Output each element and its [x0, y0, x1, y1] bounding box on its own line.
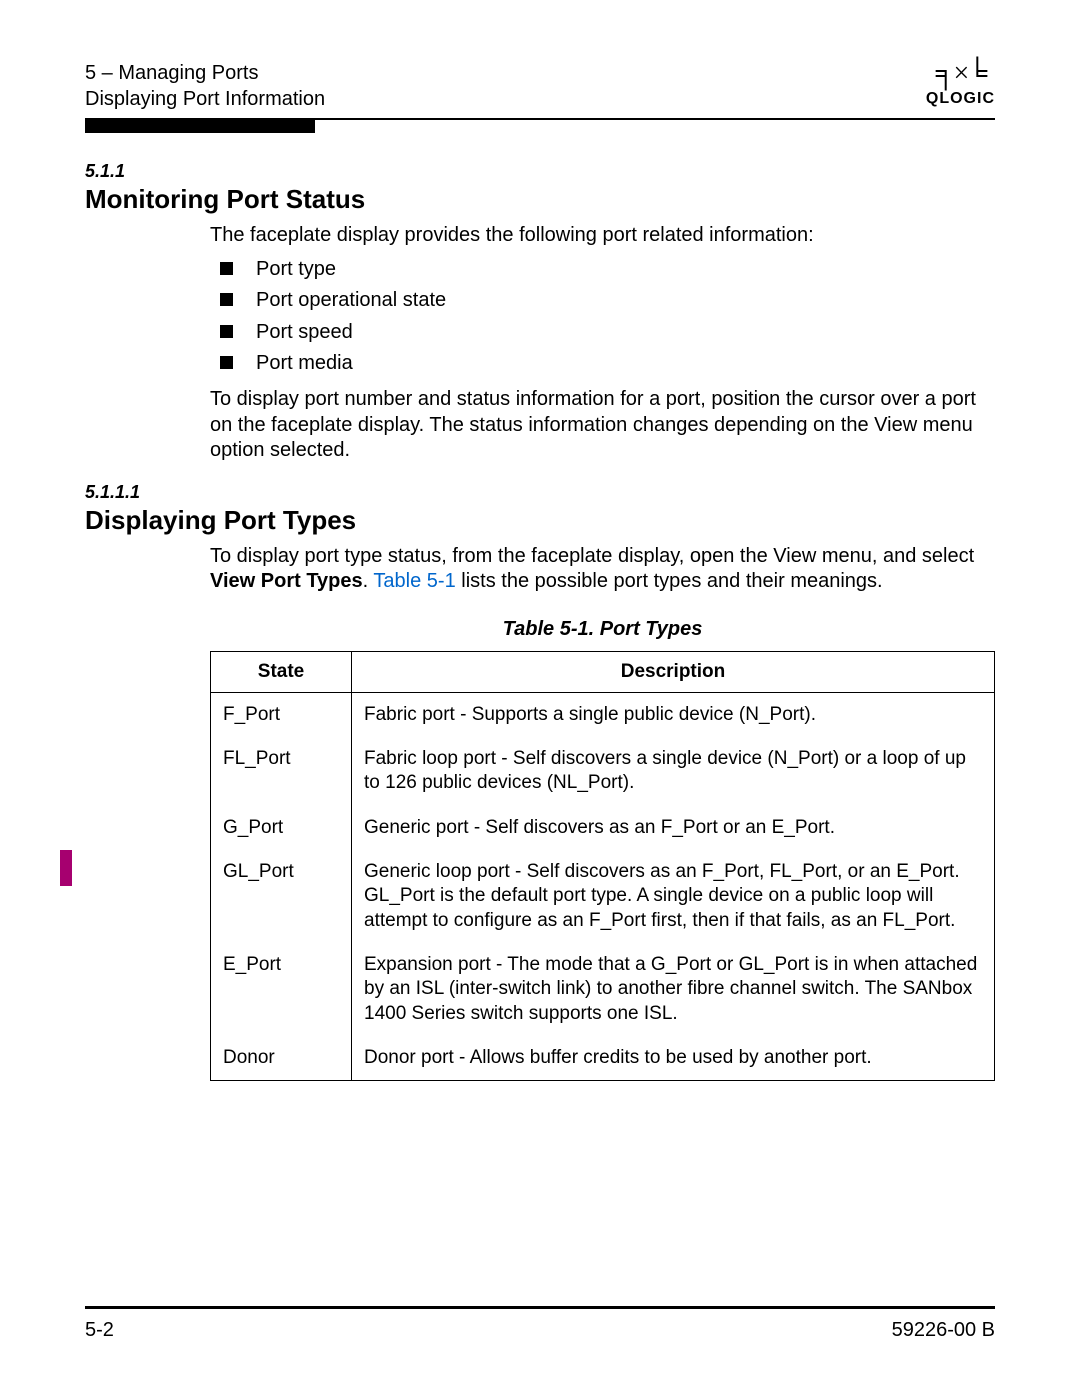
th-state: State — [211, 651, 352, 692]
qlogic-logo: ╕×╘ QLOGIC — [926, 60, 995, 108]
page-number: 5-2 — [85, 1319, 114, 1342]
para-5111-dot: . — [363, 570, 374, 592]
chapter-line: 5 – Managing Ports — [85, 60, 325, 86]
list-item: Port operational state — [210, 288, 995, 314]
table-row: E_Port Expansion port - The mode that a … — [211, 943, 995, 1036]
cell-state: GL_Port — [211, 850, 352, 943]
cell-state: G_Port — [211, 806, 352, 850]
cell-desc: Generic port - Self discovers as an F_Po… — [352, 806, 995, 850]
table-5-1-link[interactable]: Table 5-1 — [373, 570, 455, 592]
cell-state: E_Port — [211, 943, 352, 1036]
port-types-table: State Description F_Port Fabric port - S… — [210, 651, 995, 1082]
table-row: F_Port Fabric port - Supports a single p… — [211, 692, 995, 737]
table-row: GL_Port Generic loop port - Self discove… — [211, 850, 995, 943]
content: 5.1.1 Monitoring Port Status The facepla… — [85, 161, 995, 1081]
cell-desc: Fabric loop port - Self discovers a sing… — [352, 737, 995, 806]
qlogic-logo-icon: ╕×╘ — [926, 60, 995, 88]
section-number-511: 5.1.1 — [85, 161, 995, 182]
section-line: Displaying Port Information — [85, 86, 325, 112]
para-5111-post: lists the possible port types and their … — [456, 570, 883, 592]
para-5111-pre: To display port type status, from the fa… — [210, 545, 974, 567]
footer-rule — [85, 1306, 995, 1309]
intro-511: The faceplate display provides the follo… — [210, 223, 995, 249]
page: 5 – Managing Ports Displaying Port Infor… — [0, 0, 1080, 1397]
bullet-list-511: Port type Port operational state Port sp… — [210, 257, 995, 377]
cell-desc: Fabric port - Supports a single public d… — [352, 692, 995, 737]
cell-desc: Expansion port - The mode that a G_Port … — [352, 943, 995, 1036]
table-row: Donor Donor port - Allows buffer credits… — [211, 1036, 995, 1081]
para-5111: To display port type status, from the fa… — [210, 544, 995, 595]
body-5111: To display port type status, from the fa… — [210, 544, 995, 1082]
page-footer: 5-2 59226-00 B — [85, 1306, 995, 1342]
para2-511: To display port number and status inform… — [210, 387, 995, 464]
list-item: Port speed — [210, 320, 995, 346]
page-header: 5 – Managing Ports Displaying Port Infor… — [85, 60, 995, 112]
cell-state: F_Port — [211, 692, 352, 737]
qlogic-logo-text: QLOGIC — [926, 90, 995, 108]
table-caption: Table 5-1. Port Types — [210, 617, 995, 643]
cell-desc: Donor port - Allows buffer credits to be… — [352, 1036, 995, 1081]
list-item: Port media — [210, 351, 995, 377]
section-title-displaying: Displaying Port Types — [85, 505, 995, 536]
header-tab — [85, 119, 315, 133]
footer-row: 5-2 59226-00 B — [85, 1319, 995, 1342]
section-number-5111: 5.1.1.1 — [85, 482, 995, 503]
change-bar-icon — [60, 850, 72, 886]
table-header-row: State Description — [211, 651, 995, 692]
doc-number: 59226-00 B — [892, 1319, 995, 1342]
view-port-types-bold: View Port Types — [210, 570, 363, 592]
body-511: The faceplate display provides the follo… — [210, 223, 995, 464]
cell-desc: Generic loop port - Self discovers as an… — [352, 850, 995, 943]
cell-state: FL_Port — [211, 737, 352, 806]
list-item: Port type — [210, 257, 995, 283]
table-row: FL_Port Fabric loop port - Self discover… — [211, 737, 995, 806]
section-title-monitoring: Monitoring Port Status — [85, 184, 995, 215]
table-row: G_Port Generic port - Self discovers as … — [211, 806, 995, 850]
cell-state: Donor — [211, 1036, 352, 1081]
th-description: Description — [352, 651, 995, 692]
header-text: 5 – Managing Ports Displaying Port Infor… — [85, 60, 325, 112]
